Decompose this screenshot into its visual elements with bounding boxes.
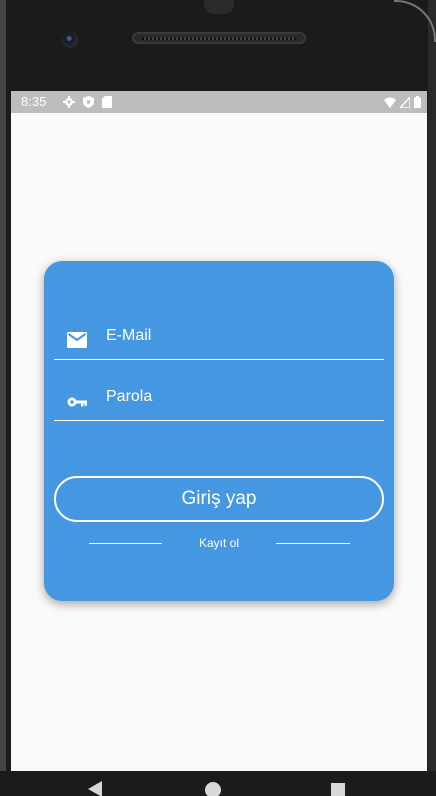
shield-icon [83, 96, 94, 108]
camera-icon [62, 32, 78, 48]
register-row: Kayıt ol [44, 533, 394, 555]
app-screen: 8:35 E-Mail Giriş yap Kayıt ol [11, 91, 427, 771]
register-link[interactable]: Kayıt ol [189, 536, 249, 550]
status-icons-right [384, 96, 421, 108]
status-time: 8:35 [21, 94, 47, 109]
device-frame-left [0, 0, 6, 796]
device-frame-right [428, 0, 436, 796]
register-divider-right [276, 543, 350, 544]
login-card: Giriş yap Kayıt ol [44, 261, 394, 601]
password-input[interactable] [106, 388, 376, 406]
password-field [54, 380, 384, 421]
recents-icon[interactable] [331, 783, 345, 796]
status-bar: 8:35 [11, 91, 427, 113]
sd-card-icon [102, 96, 112, 108]
key-icon [67, 397, 87, 407]
navigation-bar [0, 771, 436, 796]
register-divider-left [89, 543, 162, 544]
mail-icon [67, 332, 87, 348]
status-icons-left [63, 96, 112, 108]
battery-icon [414, 96, 421, 108]
email-input[interactable] [106, 327, 376, 345]
wifi-icon [384, 97, 396, 108]
signal-icon [400, 96, 410, 108]
speaker-grille [132, 32, 306, 44]
device-top-notch [204, 0, 234, 14]
login-button[interactable]: Giriş yap [54, 476, 384, 522]
gear-icon [63, 96, 75, 108]
back-icon[interactable] [88, 781, 102, 796]
home-icon[interactable] [205, 782, 221, 796]
phone-device: 8:35 E-Mail Giriş yap Kayıt ol [0, 0, 436, 796]
email-field [54, 319, 384, 360]
